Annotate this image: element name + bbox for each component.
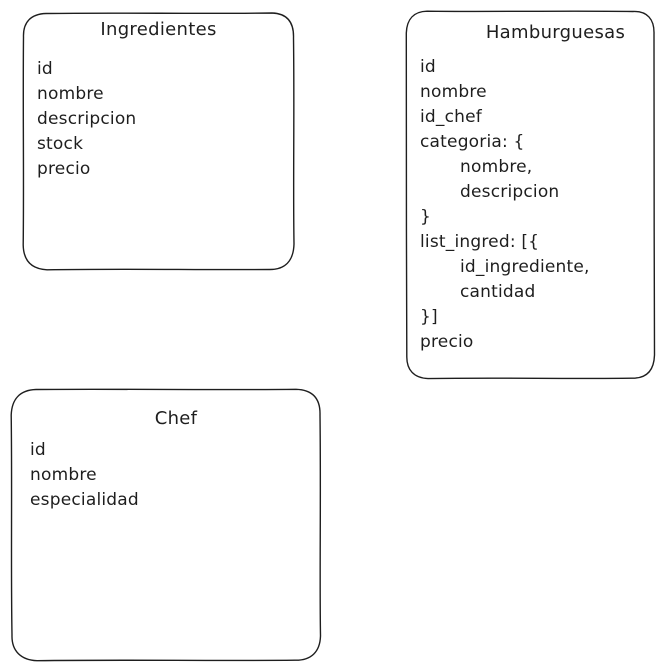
field-stock: stock: [37, 134, 84, 154]
field-id: id: [37, 59, 53, 79]
field-categoria-open: categoria: {: [420, 132, 525, 152]
field-categoria-close: }: [420, 207, 432, 227]
field-id: id: [30, 440, 46, 460]
entity-title-chef: Chef: [154, 408, 198, 429]
entity-title-hamburguesas: Hamburguesas: [485, 22, 626, 43]
entity-box-chef[interactable]: Chef id nombre especialidad: [10, 388, 322, 662]
field-precio: precio: [420, 332, 474, 352]
field-list-ingred-cantidad: cantidad: [460, 282, 536, 302]
field-list-ingred-close: }]: [420, 307, 438, 327]
field-nombre: nombre: [37, 84, 104, 104]
entity-box-hamburguesas[interactable]: Hamburguesas id nombre id_chef categoria…: [405, 10, 656, 380]
field-nombre: nombre: [30, 465, 97, 485]
field-list-chef: id nombre especialidad: [30, 438, 139, 513]
entity-box-ingredientes[interactable]: Ingredientes id nombre descripcion stock…: [22, 12, 295, 271]
field-descripcion: descripcion: [37, 109, 137, 129]
field-list-ingredientes: id nombre descripcion stock precio: [37, 57, 136, 182]
field-nombre: nombre: [420, 82, 487, 102]
field-list-ingred-open: list_ingred: [{: [420, 232, 540, 252]
diagram-canvas: Ingredientes id nombre descripcion stock…: [0, 0, 667, 671]
entity-title-ingredientes: Ingredientes: [100, 19, 217, 40]
field-id-chef: id_chef: [420, 107, 482, 127]
field-list-ingred-id-ingrediente: id_ingrediente,: [460, 257, 590, 277]
field-especialidad: especialidad: [30, 490, 139, 510]
field-categoria-nombre: nombre,: [460, 157, 533, 177]
field-precio: precio: [37, 159, 91, 179]
entity-frame-chef: [10, 388, 322, 662]
field-id: id: [420, 57, 436, 77]
field-categoria-descripcion: descripcion: [460, 182, 560, 202]
field-list-hamburguesas: id nombre id_chef categoria: { nombre, d…: [420, 55, 590, 355]
